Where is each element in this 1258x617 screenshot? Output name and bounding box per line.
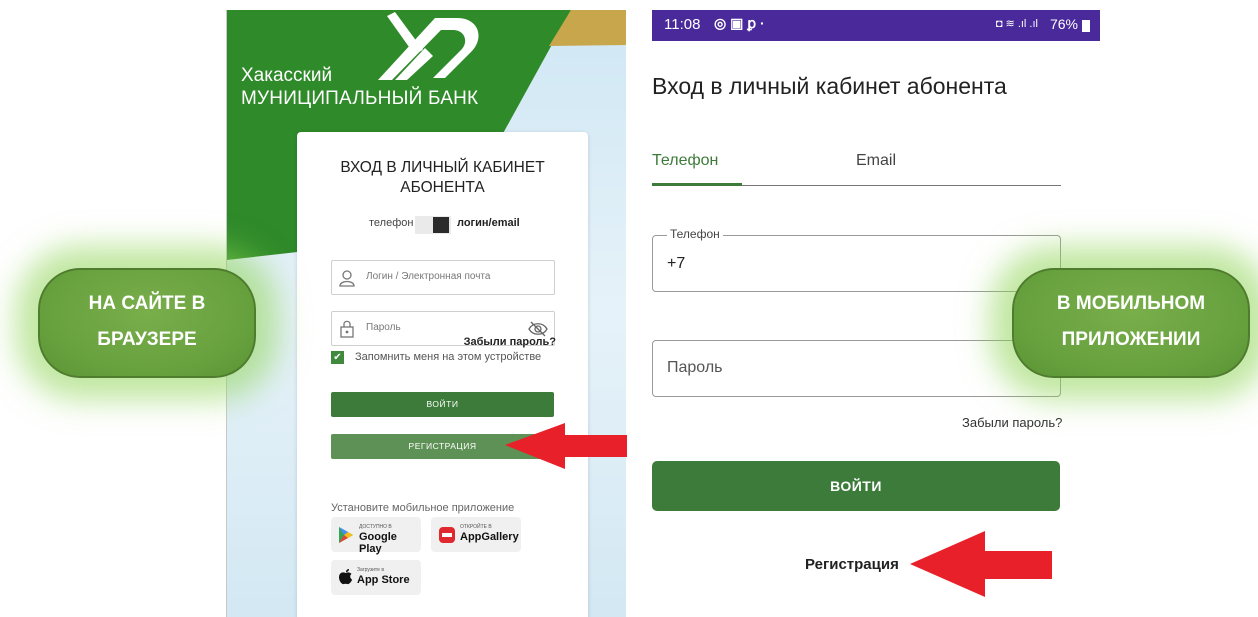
user-icon (339, 270, 355, 287)
battery-icon (1082, 20, 1090, 32)
checkbox-checked-icon[interactable]: ✔ (331, 351, 344, 364)
password-placeholder: Пароль (366, 322, 401, 333)
login-card: ВХОД В ЛИЧНЫЙ КАБИНЕТ АБОНЕНТА телефон л… (297, 132, 588, 617)
page-title: Вход в личный кабинет абонента (652, 73, 1007, 99)
toggle-login-label[interactable]: логин/email (457, 217, 520, 229)
mobile-label-line2: ПРИЛОЖЕНИИ (1061, 329, 1201, 350)
signal-icons: ◘ ≋ .ıl .ıl (995, 18, 1038, 30)
login-input[interactable]: Логин / Электронная почта (331, 260, 555, 295)
forgot-password-link[interactable]: Забыли пароль? (962, 415, 1062, 430)
google-play-icon (339, 527, 353, 543)
app-store-badge[interactable]: Загрузите в App Store (331, 560, 421, 595)
forgot-password-link[interactable]: Забыли пароль? (464, 336, 556, 348)
battery-percent: 76% (1049, 16, 1078, 32)
toggle-phone-label[interactable]: телефон (369, 217, 413, 229)
browser-label-line1: НА САЙТЕ В (88, 293, 206, 314)
google-play-badge[interactable]: ДОСТУПНО В Google Play (331, 517, 421, 555)
login-button[interactable]: ВОЙТИ (331, 392, 554, 417)
card-title-line1: ВХОД В ЛИЧНЫЙ КАБИНЕТ (340, 159, 545, 176)
phone-field[interactable]: Телефон +7 (652, 227, 1061, 292)
tab-phone[interactable]: Телефон (652, 152, 718, 170)
card-title-line2: АБОНЕНТА (400, 179, 485, 196)
mobile-label-pill: В МОБИЛЬНОМ ПРИЛОЖЕНИИ (1012, 268, 1250, 378)
appgallery-label: AppGallery (460, 531, 519, 543)
browser-label-line2: БРАУЗЕРЕ (97, 329, 197, 350)
install-app-text: Установите мобильное приложение (331, 502, 515, 514)
status-time: 11:08 (664, 16, 701, 33)
password-placeholder: Пароль (667, 359, 723, 376)
brand-line1: Хакасский (241, 65, 333, 86)
switch-knob (433, 217, 449, 233)
apple-icon (339, 569, 352, 585)
active-tab-indicator (652, 183, 742, 186)
register-link[interactable]: Регистрация (805, 556, 899, 573)
phone-value: +7 (667, 255, 686, 272)
mode-switch[interactable] (415, 216, 451, 234)
appgallery-badge[interactable]: ОТКРОЙТЕ В AppGallery (431, 517, 521, 552)
tab-email[interactable]: Email (856, 152, 896, 170)
status-bar: 11:08 ◎ ▣ ꝑ · ◘ ≋ .ıl .ıl 76% (652, 10, 1100, 41)
eye-off-icon[interactable] (528, 321, 548, 337)
app-store-label: App Store (357, 574, 410, 586)
red-arrow-right-icon (910, 531, 1052, 597)
huawei-icon (439, 527, 455, 543)
app-store-small: Загрузите в (357, 567, 384, 573)
password-field[interactable]: Пароль (652, 340, 1061, 397)
brand-line2: МУНИЦИПАЛЬНЫЙ БАНК (241, 88, 479, 109)
login-mode-toggle: телефон логин/email (297, 216, 588, 234)
browser-label-pill: НА САЙТЕ В БРАУЗЕРЕ (38, 268, 256, 378)
mobile-screenshot: 11:08 ◎ ▣ ꝑ · ◘ ≋ .ıl .ıl 76% Вход в лич… (626, 0, 1100, 617)
login-placeholder: Логин / Электронная почта (366, 271, 491, 282)
appgallery-small: ОТКРОЙТЕ В (460, 524, 492, 530)
google-play-label: Google Play (359, 531, 397, 555)
notification-icons: ◎ ▣ ꝑ · (714, 15, 765, 31)
mobile-label-line1: В МОБИЛЬНОМ (1056, 293, 1206, 314)
lock-icon (340, 320, 354, 338)
web-screenshot: Хакасский МУНИЦИПАЛЬНЫЙ БАНК ВХОД В ЛИЧН… (226, 10, 628, 617)
red-arrow-left-icon (505, 423, 627, 469)
remember-label: Запомнить меня на этом устройстве (355, 351, 542, 363)
login-button[interactable]: ВОЙТИ (652, 461, 1060, 511)
phone-field-label: Телефон (667, 227, 723, 241)
google-play-small: ДОСТУПНО В (359, 524, 392, 530)
